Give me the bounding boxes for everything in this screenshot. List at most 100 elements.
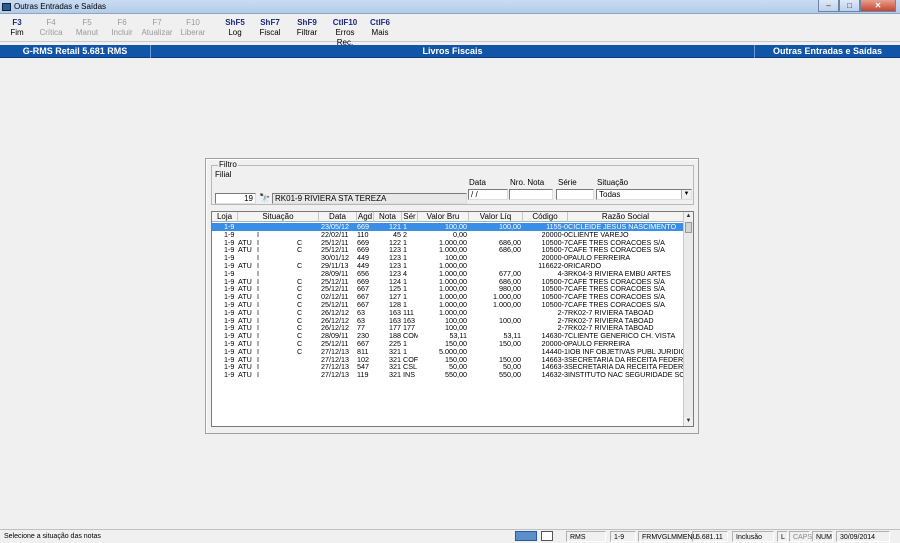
toolbar-key: F3 [12, 18, 22, 27]
toolbar-button-shf5[interactable]: ShF5 Log [218, 18, 252, 38]
cell-agd: 110 [357, 230, 369, 239]
col-loja[interactable]: Loja [212, 212, 238, 222]
serie-input[interactable] [556, 189, 594, 200]
toolbar-label: Liberar [180, 28, 206, 37]
table-row[interactable]: 1-9 I 22/02/11 110 45 2 0,00 20000-0 CLIENTE VAR… [212, 231, 684, 239]
cell-s2: I [257, 230, 259, 239]
situacao-select[interactable]: Todas ▼ [596, 189, 692, 200]
toolbar-button-shf7[interactable]: ShF7 Fiscal [253, 18, 287, 38]
cell-data: 02/12/11 [321, 293, 349, 301]
table-row[interactable]: 1-9 ATU I C 25/12/11 667 125 1 1.000,00 980,00 105… [212, 285, 684, 293]
toolbar-key: F6 [117, 18, 127, 27]
toolbar-key: F10 [186, 18, 200, 27]
toolbar-button-f3[interactable]: F3 Fim [0, 18, 34, 38]
nota-input[interactable] [509, 189, 553, 200]
toolbar-key: CtlF6 [370, 18, 390, 27]
cell-s1: ATU [238, 371, 252, 379]
table-row[interactable]: 1-9 ATU I C 27/12/13 811 321 1 5.000,00 14440-1 IO… [212, 348, 684, 356]
close-button[interactable]: ✕ [860, 0, 896, 12]
table-row[interactable]: 1-9 ATU I C 25/12/11 669 124 1 1.000,00 686,00 105… [212, 278, 684, 286]
col-codigo[interactable]: Código [523, 212, 568, 222]
table-row[interactable]: 1-9 23/05/12 669 121 1 100,00 100,00 1155-0 CICL… [212, 223, 684, 231]
table-row[interactable]: 1-9 ATU I C 26/12/12 77 177 177 100,00 2-7 RK02-7 … [212, 324, 684, 332]
col-situacao[interactable]: Situação [238, 212, 319, 222]
scroll-up-icon[interactable]: ▲ [684, 212, 693, 221]
cell-bru: 1.000,00 [439, 238, 467, 247]
cell-s2: I [257, 316, 259, 325]
col-valor-liq[interactable]: Valor Líq [469, 212, 523, 222]
table-row[interactable]: 1-9 ATU I C 25/12/11 669 122 1 1.000,00 686,00 105… [212, 239, 684, 247]
table-row[interactable]: 1-9 ATU I 27/12/13 102 321 COF 150,00 150,00 1466… [212, 356, 684, 364]
cell-data: 23/05/12 [321, 223, 349, 231]
cell-raz: CICLEIDE JESUS NASCIMENTO [568, 223, 677, 231]
cell-ser: COM [403, 332, 418, 340]
cell-bru: 150,00 [445, 355, 467, 364]
toolbar-button-ctlf6[interactable]: CtlF6 Mais [363, 18, 397, 38]
scroll-thumb[interactable] [685, 222, 692, 233]
cell-bru: 1.000,00 [439, 277, 467, 286]
maximize-button[interactable]: □ [839, 0, 860, 12]
col-data[interactable]: Data [319, 212, 357, 222]
cell-s3: C [297, 246, 303, 255]
cell-s3: C [297, 324, 303, 333]
cell-s2: I [257, 340, 259, 348]
cell-loja: 1-9 [224, 269, 235, 278]
cell-loja: 1-9 [224, 355, 235, 364]
cell-s2: I [257, 363, 259, 372]
cell-bru: 100,00 [445, 254, 467, 262]
status-mode: Inclusão [732, 531, 774, 542]
table-row[interactable]: 1-9 ATU I C 25/12/11 667 128 1 1.000,00 1.000,00 1… [212, 301, 684, 309]
table-row[interactable]: 1-9 ATU I C 26/12/12 63 163 111 1.000,00 2-7 RK02-… [212, 309, 684, 317]
toolbar-button-f10: F10 Liberar [176, 18, 210, 38]
status-loja: 1-9 [610, 531, 636, 542]
table-row[interactable]: 1-9 I 30/01/12 449 123 1 100,00 20000-0 PAULO FE… [212, 254, 684, 262]
cell-cod: 4-3 [557, 269, 568, 278]
screen-title: Outras Entradas e Saídas [772, 46, 883, 56]
cell-s2: I [257, 293, 259, 301]
scroll-down-icon[interactable]: ▼ [684, 417, 693, 426]
filial-input[interactable]: 19 [215, 193, 256, 204]
cell-loja: 1-9 [224, 332, 235, 340]
cell-agd: 667 [357, 285, 369, 294]
cell-raz: SECRETARIA DA RECEITA FEDERA [568, 363, 684, 372]
table-row[interactable]: 1-9 ATU I C 26/12/12 63 163 163 100,00 100,00 2-7 R… [212, 317, 684, 325]
cell-s2: I [257, 246, 259, 255]
cell-raz: CAFE TRES CORACOES S/A [568, 301, 665, 309]
cell-raz: RK02-7 RIVIERA TABOAD [568, 308, 654, 317]
table-row[interactable]: 1-9 ATU I C 25/12/11 667 225 1 150,00 150,00 20000… [212, 340, 684, 348]
col-nota[interactable]: Nota [374, 212, 402, 222]
col-valor-bru[interactable]: Valor Bru [418, 212, 469, 222]
cell-bru: 50,00 [449, 363, 467, 372]
col-razao-social[interactable]: Razão Social [568, 212, 684, 222]
table-row[interactable]: 1-9 ATU I 27/12/13 119 321 INS 550,00 550,00 1463… [212, 371, 684, 379]
table-row[interactable]: 1-9 I 28/09/11 656 123 4 1.000,00 677,00 4-3 RK04… [212, 270, 684, 278]
cell-liq: 686,00 [499, 277, 521, 286]
cell-cod: 10500-7 [541, 301, 568, 309]
table-row[interactable]: 1-9 ATU I C 29/11/13 449 123 1 1.000,00 116622-0 R… [212, 262, 684, 270]
module-title: Livros Fiscais [422, 46, 483, 56]
cell-loja: 1-9 [224, 301, 235, 309]
cell-nota: 123 [389, 254, 401, 262]
module-header: G-RMS Retail 5.681 RMS Livros Fiscais Ou… [0, 45, 900, 58]
col-agd[interactable]: Agd [357, 212, 374, 222]
cell-raz: CAFE TRES CORACOES S/A [568, 246, 665, 255]
table-row[interactable]: 1-9 ATU I 27/12/13 547 321 CSL 50,00 50,00 14663-… [212, 363, 684, 371]
dropdown-arrow-icon[interactable]: ▼ [681, 190, 691, 199]
binoculars-icon[interactable]: 🔭 [259, 193, 270, 203]
toolbar-button-ctlf10[interactable]: CtlF10 Erros Rec. [328, 18, 362, 47]
cell-data: 25/12/11 [321, 238, 349, 247]
cell-agd: 119 [357, 371, 369, 379]
table-row[interactable]: 1-9 ATU I C 02/12/11 667 127 1 1.000,00 1.000,00 1… [212, 293, 684, 301]
table-row[interactable]: 1-9 ATU I C 28/09/11 230 188 COM 53,11 53,11 14630… [212, 332, 684, 340]
toolbar-button-f6: F6 Incluir [105, 18, 139, 38]
grid-scrollbar[interactable]: ▲ ▼ [683, 212, 693, 426]
minimize-button[interactable]: – [818, 0, 839, 12]
toolbar-button-shf9[interactable]: ShF9 Filtrar [290, 18, 324, 38]
table-row[interactable]: 1-9 ATU I C 25/12/11 669 123 1 1.000,00 686,00 105… [212, 246, 684, 254]
toolbar-key: F5 [82, 18, 92, 27]
cell-cod: 10500-7 [541, 238, 568, 247]
cell-ser: 1 [403, 340, 407, 348]
cell-s1: ATU [238, 293, 252, 301]
data-input[interactable]: / / [468, 189, 508, 200]
col-serie[interactable]: Sér [402, 212, 418, 222]
